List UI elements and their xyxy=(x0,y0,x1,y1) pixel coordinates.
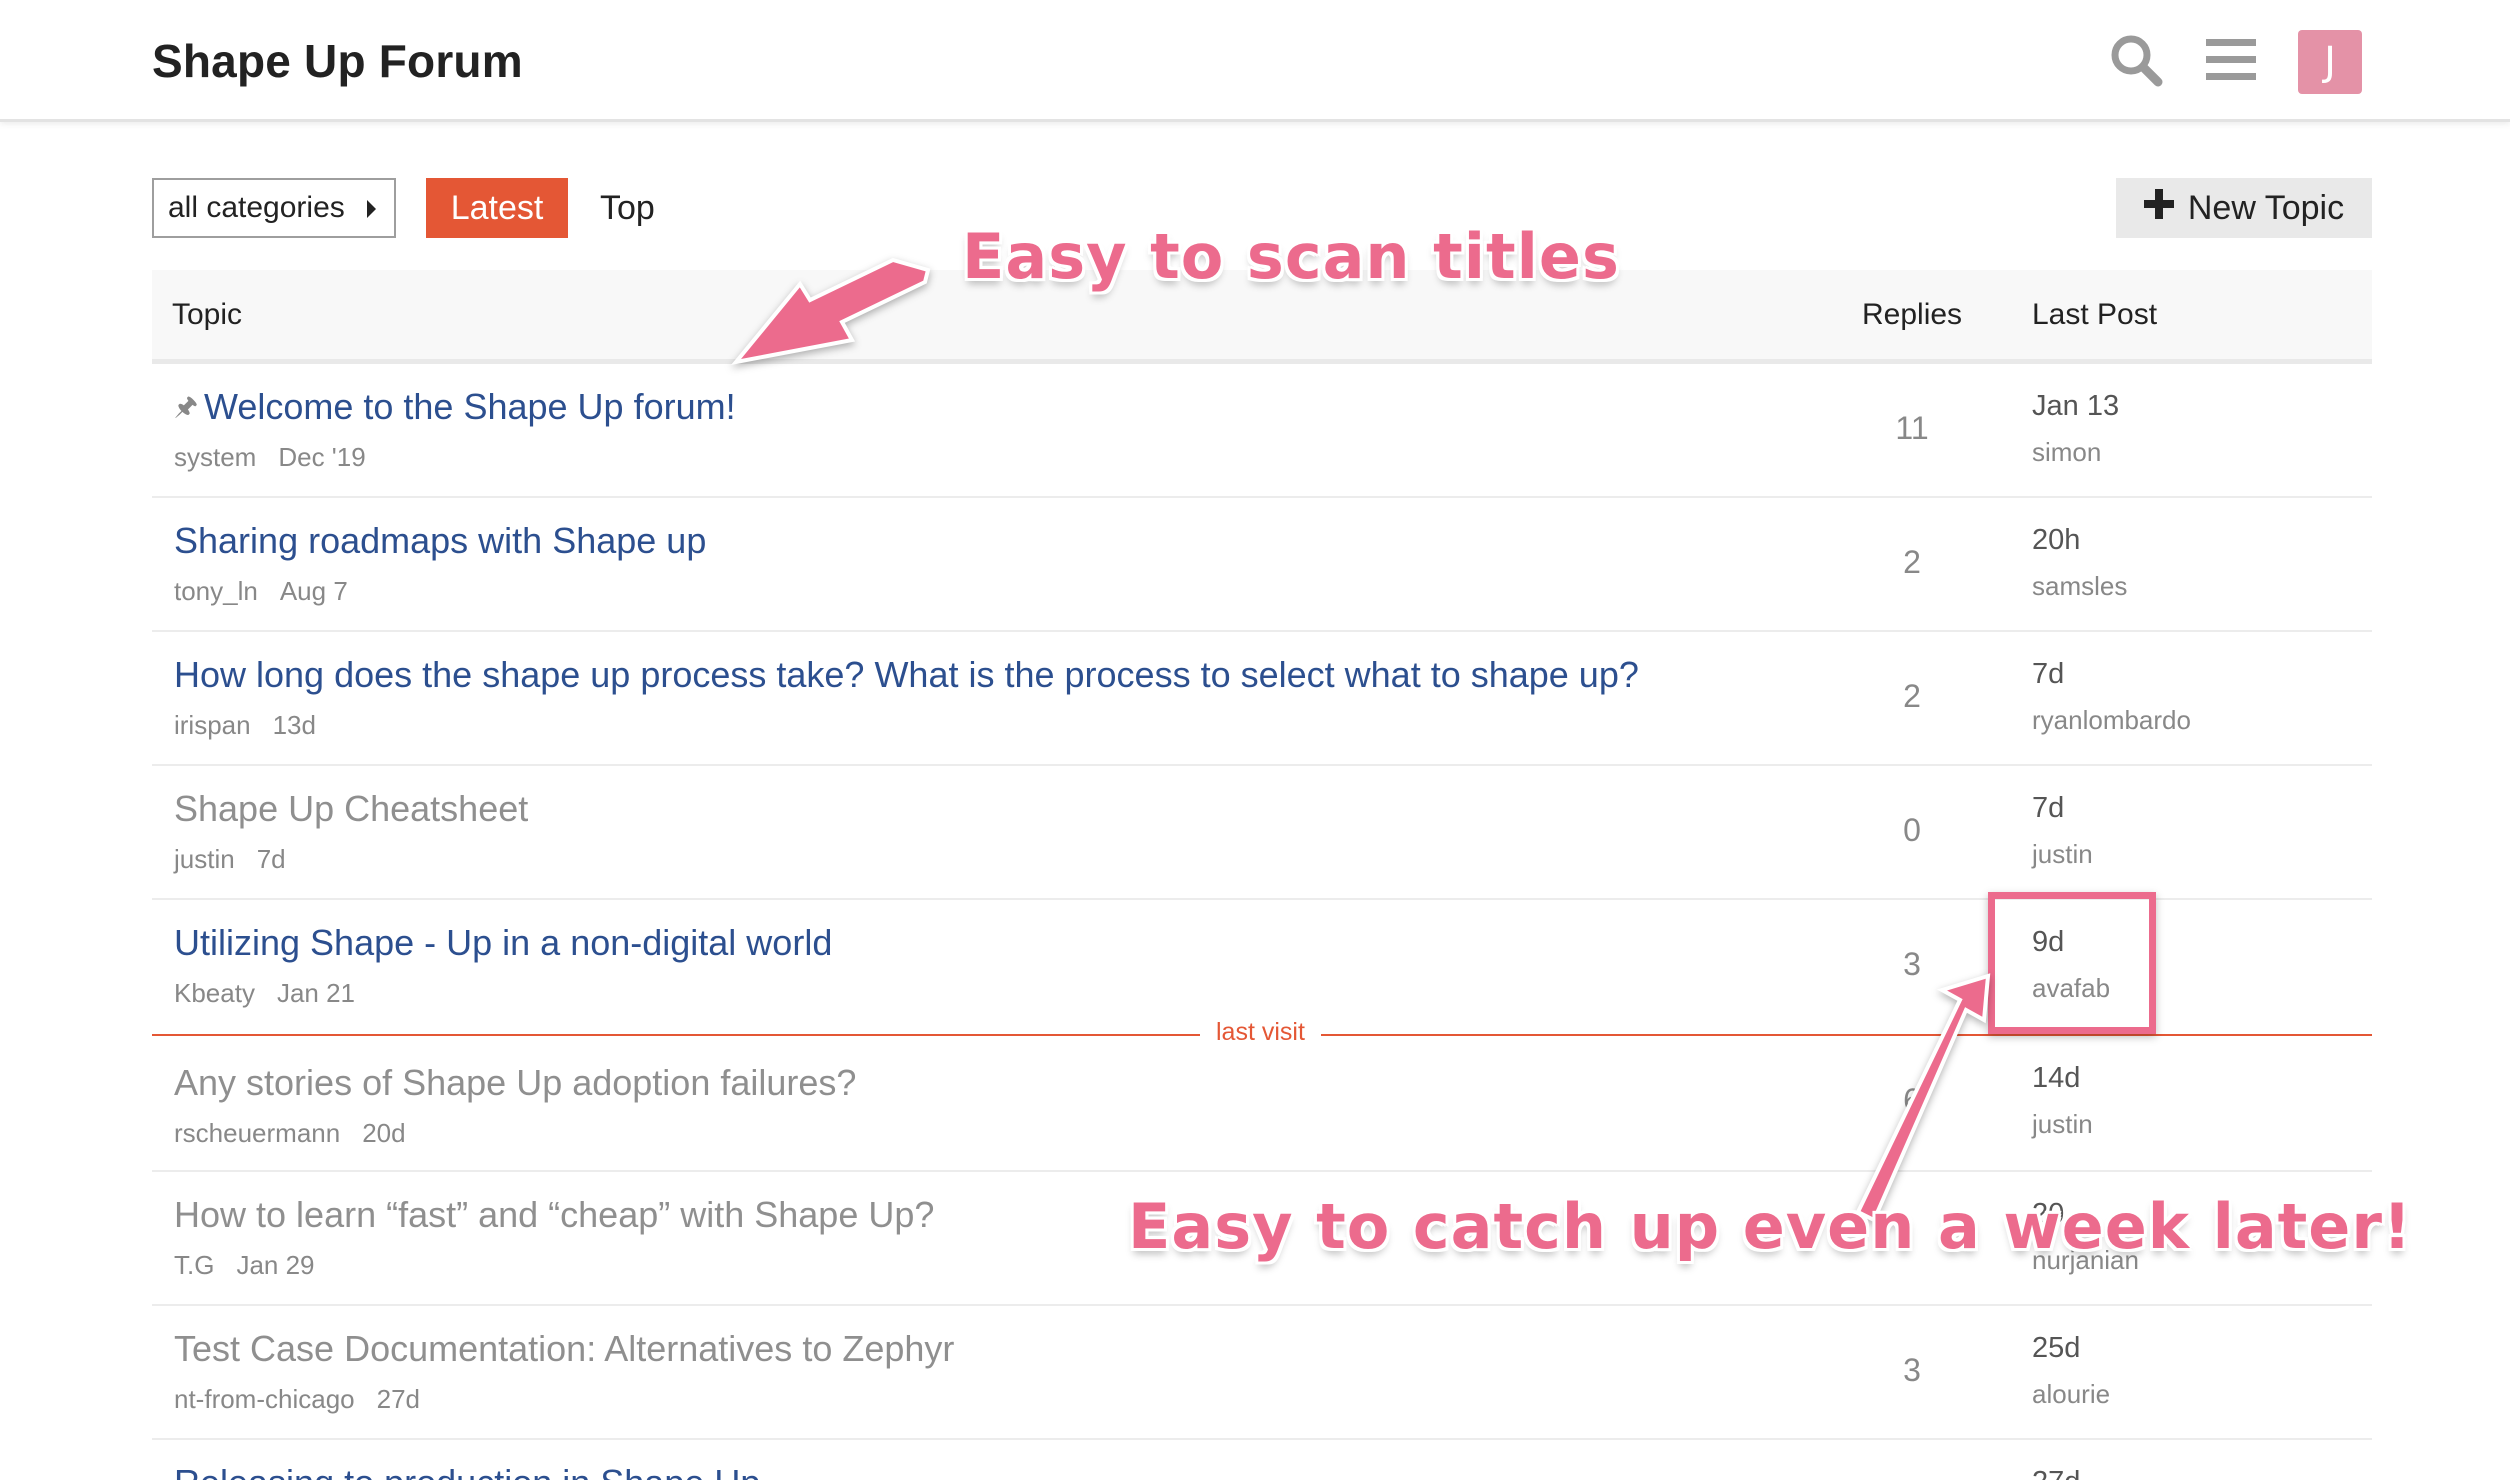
topic-meta: Kbeaty Jan 21 xyxy=(174,978,355,1009)
last-post-user: justin xyxy=(2032,1109,2093,1139)
last-post-time: 20h xyxy=(2032,524,2081,556)
topic-author[interactable]: nt-from-chicago xyxy=(174,1384,355,1414)
topic-created-date: Jan 21 xyxy=(276,978,356,1008)
tab-top[interactable]: Top xyxy=(600,178,655,238)
last-post-time: 14d xyxy=(2032,1062,2081,1094)
table-row: How long does the shape up process take?… xyxy=(152,632,2372,766)
topic-meta: justin 7d xyxy=(174,844,286,875)
topic-author[interactable]: Kbeaty xyxy=(174,978,255,1008)
last-post[interactable]: 14d justin xyxy=(2032,1062,2093,1140)
last-visit-label: last visit xyxy=(1200,1018,1321,1047)
topic-author[interactable]: system xyxy=(174,442,256,472)
topic-title-link[interactable]: Test Case Documentation: Alternatives to… xyxy=(174,1328,954,1370)
topic-created-date: Jan 29 xyxy=(236,1250,315,1280)
new-topic-button[interactable]: New Topic xyxy=(2116,178,2372,238)
annotation-highlight-box xyxy=(1988,892,2156,1034)
search-icon[interactable] xyxy=(2108,32,2164,93)
site-title[interactable]: Shape Up Forum xyxy=(152,34,523,88)
site-header: Shape Up Forum J xyxy=(0,0,2510,122)
topic-title-link[interactable]: Releasing to production in Shape Up xyxy=(174,1462,760,1480)
annotation-scan-titles: Easy to scan titles xyxy=(962,220,1620,293)
hamburger-menu-icon[interactable] xyxy=(2206,37,2256,88)
topic-title-link[interactable]: Utilizing Shape - Up in a non-digital wo… xyxy=(174,922,832,964)
topic-meta: T.G Jan 29 xyxy=(174,1250,315,1281)
topic-meta: tony_ln Aug 7 xyxy=(174,576,348,607)
last-post-user: samsles xyxy=(2032,571,2128,601)
new-topic-label: New Topic xyxy=(2187,188,2345,227)
last-post[interactable]: 20h samsles xyxy=(2032,524,2127,602)
table-row: Test Case Documentation: Alternatives to… xyxy=(152,1306,2372,1440)
topic-author[interactable]: irispan xyxy=(174,710,251,740)
last-post[interactable]: 25d alourie xyxy=(2032,1332,2110,1410)
table-row: 🖈 Welcome to the Shape Up forum! system De… xyxy=(152,364,2372,498)
reply-count: 2 xyxy=(1903,678,1921,714)
last-post[interactable]: 7d ryanlombardo xyxy=(2032,658,2191,736)
header-icons: J xyxy=(2108,30,2362,94)
topic-author[interactable]: justin xyxy=(174,844,235,874)
column-header-replies[interactable]: Replies xyxy=(1862,298,1962,332)
topic-created-date: 7d xyxy=(256,844,286,874)
topic-meta: rscheuermann 20d xyxy=(174,1118,406,1149)
topic-meta: irispan 13d xyxy=(174,710,316,741)
topic-title-link[interactable]: How to learn “fast” and “cheap” with Sha… xyxy=(174,1194,934,1236)
topic-meta: system Dec '19 xyxy=(174,442,366,473)
reply-count: 0 xyxy=(1903,812,1921,848)
category-dropdown[interactable]: all categories xyxy=(152,178,396,238)
topic-created-date: 13d xyxy=(272,710,316,740)
topic-title-link[interactable]: 🖈 Welcome to the Shape Up forum! xyxy=(174,386,736,432)
last-post-user: alourie xyxy=(2032,1379,2111,1409)
category-dropdown-label: all categories xyxy=(168,191,345,224)
table-row: Any stories of Shape Up adoption failure… xyxy=(152,1036,2372,1172)
reply-count: 6 xyxy=(1903,1082,1921,1118)
table-row: Releasing to production in Shape Up 27d xyxy=(152,1440,2372,1480)
reply-count: 3 xyxy=(1903,946,1921,982)
table-row: Shape Up Cheatsheet justin 7d 0 7d justin xyxy=(152,766,2372,900)
topic-title-link[interactable]: Sharing roadmaps with Shape up xyxy=(174,520,706,562)
topic-meta: nt-from-chicago 27d xyxy=(174,1384,420,1415)
column-header-last-post[interactable]: Last Post xyxy=(2032,298,2157,332)
caret-right-icon xyxy=(367,200,376,218)
topic-title-link[interactable]: Shape Up Cheatsheet xyxy=(174,788,528,830)
topic-author[interactable]: rscheuermann xyxy=(174,1118,340,1148)
topic-created-date: Dec '19 xyxy=(278,442,366,472)
tab-latest[interactable]: Latest xyxy=(426,178,568,238)
last-post-time: 7d xyxy=(2032,658,2065,690)
topic-author[interactable]: tony_ln xyxy=(174,576,258,606)
last-post-user: simon xyxy=(2032,437,2102,467)
last-post[interactable]: 7d justin xyxy=(2032,792,2093,870)
column-header-topic[interactable]: Topic xyxy=(172,298,242,332)
plus-icon xyxy=(2143,188,2174,228)
pin-icon: 🖈 xyxy=(174,391,199,421)
last-post-time: 7d xyxy=(2032,792,2065,824)
last-post-time: 27d xyxy=(2032,1466,2080,1480)
avatar[interactable]: J xyxy=(2298,30,2362,94)
annotation-catch-up: Easy to catch up even a week later! xyxy=(1128,1190,2413,1263)
topic-created-date: 27d xyxy=(376,1384,421,1414)
topic-author[interactable]: T.G xyxy=(174,1250,214,1280)
last-post[interactable]: Jan 13 simon xyxy=(2032,390,2119,468)
topic-title-text: Welcome to the Shape Up forum! xyxy=(204,386,736,427)
topic-created-date: Aug 7 xyxy=(279,576,348,606)
reply-count: 3 xyxy=(1903,1352,1921,1388)
reply-count: 11 xyxy=(1895,410,1929,446)
reply-count: 2 xyxy=(1903,544,1921,580)
table-row: Sharing roadmaps with Shape up tony_ln Au… xyxy=(152,498,2372,632)
topic-title-link[interactable]: Any stories of Shape Up adoption failure… xyxy=(174,1062,856,1104)
topic-title-link[interactable]: How long does the shape up process take?… xyxy=(174,654,1639,696)
last-post-user: ryanlombardo xyxy=(2032,705,2191,735)
last-post-time: Jan 13 xyxy=(2032,390,2120,422)
last-post-user: justin xyxy=(2032,839,2093,869)
topic-created-date: 20d xyxy=(362,1118,406,1148)
last-post-time: 25d xyxy=(2032,1332,2081,1364)
last-post[interactable]: 27d xyxy=(2032,1466,2080,1480)
